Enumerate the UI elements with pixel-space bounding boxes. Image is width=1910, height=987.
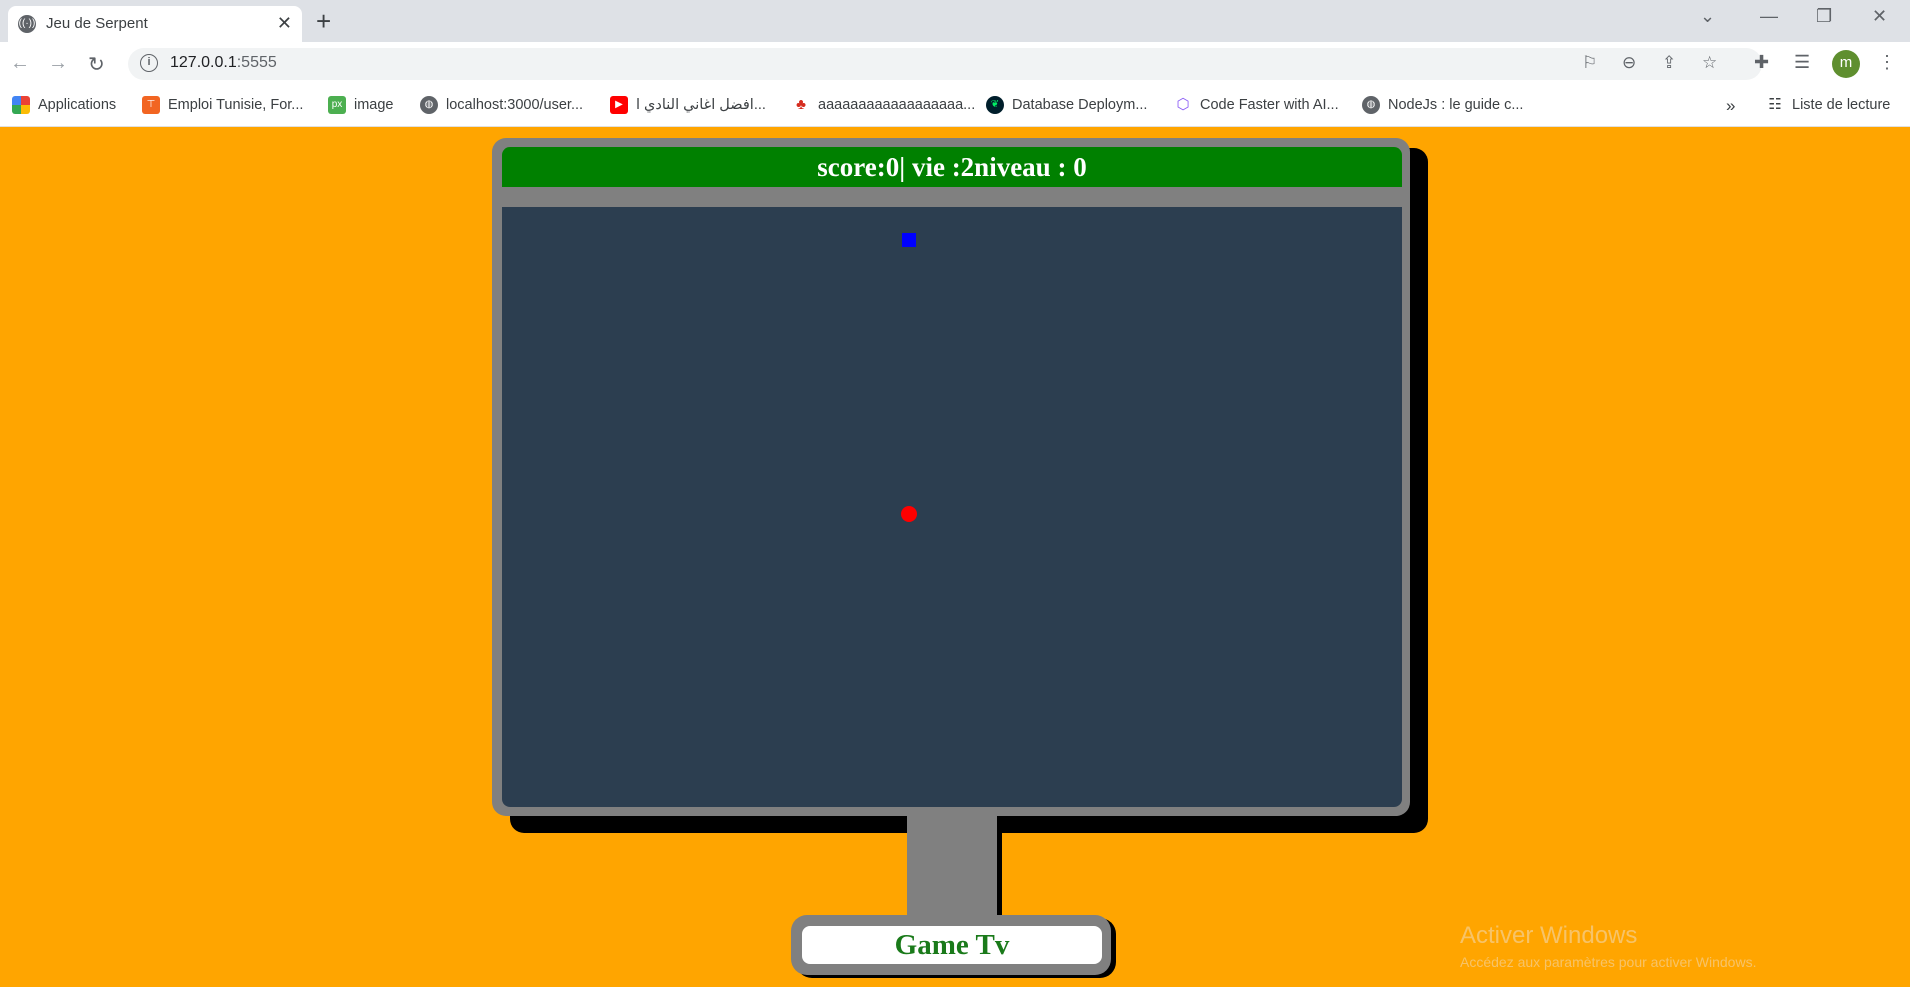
broadcast-icon: ((·)) (18, 15, 36, 33)
brand-label-box: Game Tv (802, 926, 1102, 964)
maple-leaf-icon: ♣ (792, 96, 810, 114)
browser-toolbar: ← → ↻ i 127.0.0.1:5555 ⚐ ⊖ ⇪ ☆ ✚ ☰ m ⋮ (0, 42, 1910, 87)
bookmark-emploi[interactable]: ⊤ Emploi Tunisie, For... (142, 96, 303, 118)
close-tab-icon[interactable]: ✕ (277, 13, 292, 34)
bookmark-applications[interactable]: Applications (12, 96, 116, 118)
apps-grid-icon (12, 96, 30, 114)
reading-list-button[interactable]: ☷ Liste de lecture (1766, 96, 1890, 118)
extensions-icon[interactable]: ✚ (1754, 52, 1769, 73)
bookmark-localhost[interactable]: ◍ localhost:3000/user... (420, 96, 583, 118)
windows-activation-watermark: Activer Windows Accédez aux paramètres p… (1460, 922, 1756, 970)
bookmark-label: افضل اغاني النادي ا... (636, 97, 766, 113)
reading-list-icon: ☷ (1766, 96, 1784, 114)
px-icon: px (328, 96, 346, 114)
url-host: 127.0.0.1 (170, 54, 237, 71)
url-port: :5555 (236, 54, 277, 71)
bookmark-label: localhost:3000/user... (446, 97, 584, 113)
bookmark-label: NodeJs : le guide c... (1388, 97, 1524, 113)
browser-titlebar: ((·)) Jeu de Serpent ✕ + ⌄ — ❐ ✕ (0, 0, 1910, 42)
tab-title: Jeu de Serpent (46, 15, 148, 32)
bookmark-label: Applications (38, 97, 117, 113)
new-tab-icon[interactable]: + (316, 6, 331, 37)
snake-segment (901, 232, 916, 247)
watermark-title: Activer Windows (1460, 922, 1638, 949)
tv-stand (907, 816, 997, 918)
food-apple (900, 505, 917, 522)
code-icon: ⬡ (1174, 96, 1192, 114)
translate-icon[interactable]: ⚐ (1582, 53, 1597, 73)
youtube-icon: ▶ (610, 96, 628, 114)
bookmark-image[interactable]: px image (328, 96, 394, 118)
watermark-subtitle: Accédez aux paramètres pour activer Wind… (1460, 954, 1757, 970)
menu-kebab-icon[interactable]: ⋮ (1878, 52, 1896, 73)
game-board[interactable] (502, 207, 1402, 807)
window-close-icon[interactable]: ✕ (1872, 6, 1887, 27)
reload-icon[interactable]: ↻ (88, 52, 105, 77)
bookmark-nodejs[interactable]: ◍ NodeJs : le guide c... (1362, 96, 1523, 118)
reading-list-label: Liste de lecture (1792, 97, 1891, 113)
globe-icon: ◍ (420, 96, 438, 114)
restore-icon[interactable]: ❐ (1816, 6, 1832, 27)
bookmark-label: Emploi Tunisie, For... (168, 97, 304, 113)
address-bar[interactable]: i 127.0.0.1:5555 ⚐ ⊖ ⇪ ☆ (128, 48, 1762, 80)
bookmarks-bar: Applications ⊤ Emploi Tunisie, For... px i… (0, 87, 1910, 127)
back-icon[interactable]: ← (10, 52, 30, 75)
brand-label: Game Tv (894, 929, 1010, 961)
bookmark-aaaa[interactable]: ♣ aaaaaaaaaaaaaaaaaa... (792, 96, 975, 118)
more-bookmarks-button[interactable]: » (1726, 96, 1735, 118)
bookmark-label: image (354, 97, 394, 113)
bookmark-star-icon[interactable]: ☆ (1702, 53, 1717, 73)
bookmark-code-faster[interactable]: ⬡ Code Faster with AI... (1174, 96, 1339, 118)
site-info-icon[interactable]: i (140, 54, 158, 72)
zoom-out-icon[interactable]: ⊖ (1622, 53, 1636, 73)
media-control-icon[interactable]: ☰ (1794, 52, 1810, 73)
browser-tab[interactable]: ((·)) Jeu de Serpent ✕ (8, 6, 302, 42)
bookmark-label: Code Faster with AI... (1200, 97, 1339, 113)
bookmark-youtube[interactable]: ▶ افضل اغاني النادي ا... (610, 96, 766, 118)
bookmark-label: aaaaaaaaaaaaaaaaaa... (818, 97, 976, 113)
forward-icon[interactable]: → (48, 52, 68, 75)
score-text: score:0| vie :2niveau : 0 (817, 152, 1087, 182)
profile-avatar[interactable]: m (1832, 50, 1860, 78)
emploi-icon: ⊤ (142, 96, 160, 114)
tab-search-icon[interactable]: ⌄ (1700, 6, 1715, 27)
globe-icon: ◍ (1362, 96, 1380, 114)
mongodb-icon: ❦ (986, 96, 1004, 114)
score-header: score:0| vie :2niveau : 0 (502, 147, 1402, 187)
minimize-icon[interactable]: — (1760, 6, 1778, 27)
share-icon[interactable]: ⇪ (1662, 53, 1676, 73)
url-text: 127.0.0.1:5555 (170, 54, 277, 72)
bookmark-database[interactable]: ❦ Database Deploym... (986, 96, 1147, 118)
bookmark-label: Database Deploym... (1012, 97, 1148, 113)
